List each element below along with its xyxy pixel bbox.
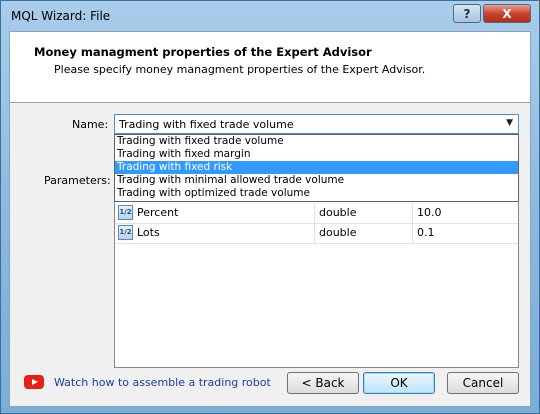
tutorial-link[interactable]: Watch how to assemble a trading robot: [54, 376, 271, 389]
name-combobox-value: Trading with fixed trade volume: [119, 118, 294, 131]
table-row[interactable]: 1/2 Lots double 0.1: [115, 223, 518, 244]
close-button[interactable]: X: [483, 4, 531, 23]
youtube-icon[interactable]: [24, 375, 44, 389]
param-value[interactable]: 0.1: [413, 223, 518, 243]
dropdown-option[interactable]: Trading with fixed margin: [115, 148, 518, 161]
header-band: Money managment properties of the Expert…: [10, 32, 530, 103]
param-value[interactable]: 10.0: [413, 203, 518, 223]
param-name-cell[interactable]: 1/2 Percent: [115, 203, 315, 223]
parameters-label: Parameters:: [44, 174, 111, 187]
back-button[interactable]: < Back: [287, 372, 359, 394]
page-subtitle: Please specify money managment propertie…: [54, 63, 426, 76]
wizard-window: MQL Wizard: File ? X Money managment pro…: [0, 0, 540, 414]
parameter-icon: 1/2: [118, 205, 133, 220]
ok-button[interactable]: OK: [363, 372, 435, 394]
title-bar[interactable]: MQL Wizard: File ? X: [1, 1, 539, 31]
dropdown-option[interactable]: Trading with minimal allowed trade volum…: [115, 174, 518, 187]
window-title: MQL Wizard: File: [11, 9, 111, 23]
table-row[interactable]: 1/2 Percent double 10.0: [115, 203, 518, 224]
help-button[interactable]: ?: [453, 4, 481, 23]
param-name-cell[interactable]: 1/2 Lots: [115, 223, 315, 243]
chevron-down-icon[interactable]: ▼: [506, 118, 513, 128]
param-type: double: [315, 223, 413, 243]
param-type: double: [315, 203, 413, 223]
dropdown-option[interactable]: Trading with optimized trade volume: [115, 187, 518, 200]
page-title: Money managment properties of the Expert…: [34, 45, 372, 59]
name-label: Name:: [72, 118, 109, 131]
cancel-button[interactable]: Cancel: [447, 372, 519, 394]
dropdown-option[interactable]: Trading with fixed trade volume: [115, 135, 518, 148]
name-dropdown-list[interactable]: Trading with fixed trade volume Trading …: [114, 134, 519, 202]
param-name: Lots: [137, 226, 160, 239]
name-combobox[interactable]: Trading with fixed trade volume ▼: [114, 114, 519, 134]
dialog-client: Money managment properties of the Expert…: [9, 31, 531, 407]
parameter-icon: 1/2: [118, 225, 133, 240]
dropdown-option-selected[interactable]: Trading with fixed risk: [115, 161, 518, 174]
param-name: Percent: [137, 206, 179, 219]
